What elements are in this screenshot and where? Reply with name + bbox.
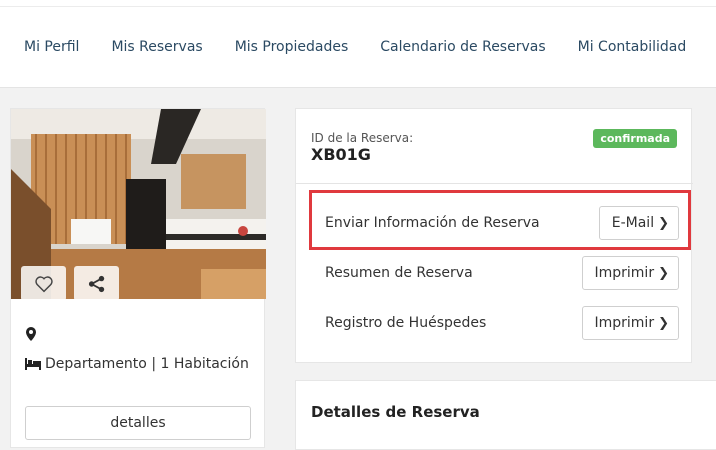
status-badge: confirmada — [593, 129, 677, 148]
map-pin-icon — [26, 326, 36, 345]
nav-mi-contabilidad[interactable]: Mi Contabilidad — [578, 39, 687, 55]
main-nav: Mi Perfil Mis Reservas Mis Propiedades C… — [24, 39, 716, 55]
nav-mi-perfil[interactable]: Mi Perfil — [24, 39, 79, 55]
highlight-box — [309, 190, 691, 250]
share-icon — [88, 275, 104, 292]
panel-divider — [296, 183, 693, 184]
top-divider — [0, 6, 716, 7]
share-button[interactable] — [74, 266, 119, 301]
reservation-details-heading: Detalles de Reserva — [311, 403, 480, 421]
reservation-id-value: XB01G — [311, 145, 371, 164]
reservation-id-label: ID de la Reserva: — [311, 131, 414, 145]
nav-calendario-de-reservas[interactable]: Calendario de Reservas — [380, 39, 545, 55]
top-navigation-bar: Mi Perfil Mis Reservas Mis Propiedades C… — [0, 0, 716, 88]
guest-register-label: Registro de Huéspedes — [325, 315, 487, 331]
print-summary-button[interactable]: Imprimir ❯ — [581, 256, 679, 290]
reservation-panel: ID de la Reserva: XB01G confirmada Envia… — [295, 108, 693, 363]
print-summary-label: Imprimir — [594, 265, 655, 281]
guest-register-row: Registro de Huéspedes Imprimir ❯ — [296, 306, 693, 342]
property-type: Departamento | 1 Habitación — [25, 354, 255, 376]
chevron-right-icon: ❯ — [658, 265, 669, 281]
chevron-right-icon: ❯ — [658, 315, 669, 331]
bed-icon — [25, 356, 41, 376]
summary-row: Resumen de Reserva Imprimir ❯ — [296, 256, 693, 292]
heart-icon — [34, 275, 53, 292]
print-guest-register-label: Imprimir — [594, 315, 655, 331]
property-card: Departamento | 1 Habitación detalles — [10, 108, 266, 448]
nav-mis-propiedades[interactable]: Mis Propiedades — [235, 39, 349, 55]
property-type-text: Departamento | 1 Habitación — [45, 356, 249, 372]
favorite-button[interactable] — [21, 266, 66, 301]
summary-label: Resumen de Reserva — [325, 265, 473, 281]
details-button[interactable]: detalles — [25, 406, 251, 440]
print-guest-register-button[interactable]: Imprimir ❯ — [581, 306, 679, 340]
nav-mis-reservas[interactable]: Mis Reservas — [111, 39, 202, 55]
